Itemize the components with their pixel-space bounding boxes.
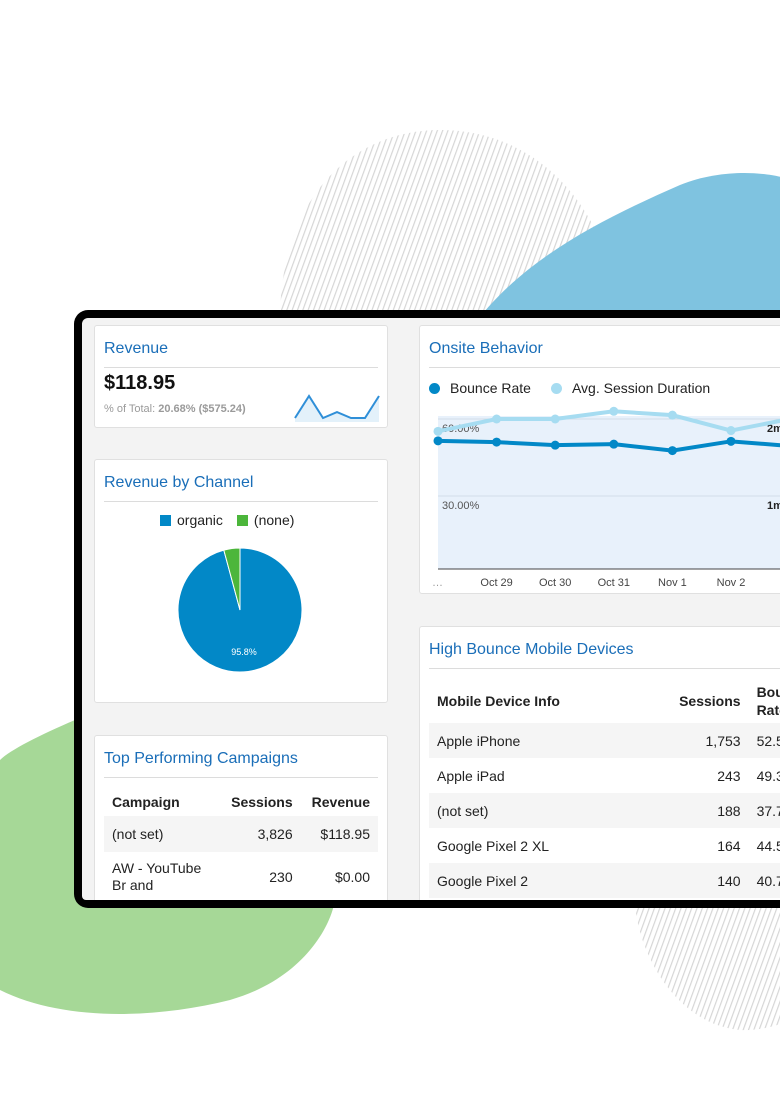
legend-label-avg-session-duration: Avg. Session Duration (571, 380, 711, 396)
data-point (667, 446, 677, 456)
device-bounce-rate: 44.5 (756, 837, 780, 854)
device-bounce-rate: 40.7 (748, 863, 780, 898)
data-point (492, 437, 502, 447)
legend-swatch-organic (160, 514, 171, 526)
legend-dot-avg-session-duration (550, 382, 562, 394)
revenue-card: Revenue $118.95 % of Total: 20.68% ($575… (94, 325, 388, 428)
table-row[interactable]: AW - YouTube Br and 230 $0.00 (104, 852, 378, 900)
device-sessions: 1,753 (625, 723, 749, 758)
divider (429, 367, 780, 368)
campaign-name: AW - YouTube Br and (112, 860, 202, 893)
device-bounce-rate: 52.5 (748, 723, 780, 758)
data-point (609, 439, 619, 449)
column-header-bounce-rate[interactable]: Bounce Rate (749, 679, 780, 723)
table-row[interactable]: (not set) 3,826 $118.95 (104, 816, 378, 852)
device-sessions: 164 (717, 837, 741, 854)
top-campaigns-card: Top Performing Campaigns Campaign Sessio… (94, 735, 388, 900)
line-legend: Bounce Rate Avg. Session Duration (429, 380, 710, 396)
revenue-by-channel-card: Revenue by Channel organic (none) 95.8% (94, 459, 388, 703)
device-name: Google Pixel 2 (429, 863, 626, 898)
data-point (726, 436, 736, 446)
legend-swatch-none (236, 514, 248, 526)
device-sessions: 140 (625, 863, 749, 898)
high-bounce-devices-card: High Bounce Mobile Devices Mobile Device… (419, 626, 780, 900)
pie-data-label: 95.8% (231, 647, 257, 657)
percent-value: 20.68% ($575.24) (158, 403, 246, 415)
x-tick-label: … (432, 577, 443, 589)
table-row[interactable]: (not set) 188 37.7 (429, 793, 780, 828)
device-name: (not set) (429, 793, 626, 828)
revenue-value: $118.95 (104, 372, 176, 394)
divider (429, 668, 780, 669)
table-row[interactable]: Google Pixel 2 XL 164 44.5 (429, 828, 780, 863)
dashboard-screen: Revenue $118.95 % of Total: 20.68% ($575… (82, 318, 780, 900)
x-tick-label: Oct 29 (480, 577, 512, 589)
campaign-name: (not set) (104, 816, 220, 852)
table-row[interactable]: Google Pixel 2 140 40.7 (429, 863, 780, 898)
divider (104, 367, 378, 368)
device-name: Apple iPad (437, 767, 505, 784)
data-point (433, 426, 443, 436)
campaigns-table: Campaign Sessions Revenue (not set) 3,82… (104, 788, 378, 900)
column-header-revenue[interactable]: Revenue (301, 788, 378, 816)
legend-label-bounce-rate: Bounce Rate (450, 380, 531, 396)
card-title: Revenue by Channel (104, 474, 254, 491)
hatched-circle-bottom (635, 905, 780, 1031)
device-name: Apple iPhone (429, 723, 626, 758)
device-bounce-rate: 49.3 (756, 767, 780, 784)
card-title: High Bounce Mobile Devices (429, 641, 634, 658)
card-title: Top Performing Campaigns (104, 750, 298, 767)
onsite-line-chart: 60.00% 2m30.00% 1m… Oct 29 Oct 30 Oct 31 Nov 1… (432, 406, 780, 589)
y-right-tick: 1m (767, 500, 780, 512)
device-sessions: 188 (625, 793, 749, 828)
data-point (433, 436, 443, 446)
divider (104, 501, 378, 502)
legend-label-organic: organic (177, 512, 223, 528)
table-row[interactable]: Apple iPhone 1,753 52.5 (429, 723, 780, 758)
column-header-sessions[interactable]: Sessions (626, 679, 749, 723)
data-point (609, 406, 619, 416)
devices-table: Mobile Device Info Sessions Bounce Rate … (429, 679, 780, 898)
campaign-sessions: 3,826 (220, 816, 301, 852)
data-point (667, 410, 677, 420)
column-header-sessions[interactable]: Sessions (220, 788, 301, 816)
column-header-campaign[interactable]: Campaign (104, 788, 220, 816)
campaign-sessions: 230 (269, 869, 293, 885)
pie-legend: organic (none) (160, 512, 294, 528)
table-row[interactable]: Apple iPad 243 49.3 (429, 758, 780, 793)
legend-label-none: (none) (253, 512, 295, 528)
device-name: Google Pixel 2 XL (437, 837, 550, 854)
data-point (726, 426, 736, 436)
campaign-revenue: $118.95 (300, 816, 378, 852)
data-point (550, 440, 560, 450)
revenue-sparkline (294, 394, 380, 422)
legend-dot-bounce-rate (429, 382, 440, 394)
x-tick-label: Oct 30 (539, 577, 571, 589)
y-left-tick: 30.00% (442, 500, 480, 512)
campaign-revenue: $0.00 (334, 869, 370, 885)
data-point (492, 414, 502, 424)
divider (104, 777, 378, 778)
onsite-behavior-card: Onsite Behavior Bounce Rate Avg. Session… (419, 325, 780, 594)
x-tick-label: Oct 31 (598, 577, 630, 589)
x-tick-label: Nov 1 (658, 577, 687, 589)
revenue-pie-chart: 95.8% (177, 547, 303, 673)
percent-label: % of Total: (104, 403, 159, 415)
data-point (550, 414, 560, 424)
column-header-mobile-device-info[interactable]: Mobile Device Info (429, 679, 626, 723)
revenue-percent-of-total: % of Total: 20.68% ($575.24) (104, 403, 246, 415)
card-title: Revenue (104, 340, 169, 357)
device-bounce-rate: 37.7 (748, 793, 780, 828)
x-tick-label: Nov 2 (717, 577, 746, 589)
device-sessions: 243 (717, 767, 741, 784)
card-title: Onsite Behavior (429, 340, 543, 357)
